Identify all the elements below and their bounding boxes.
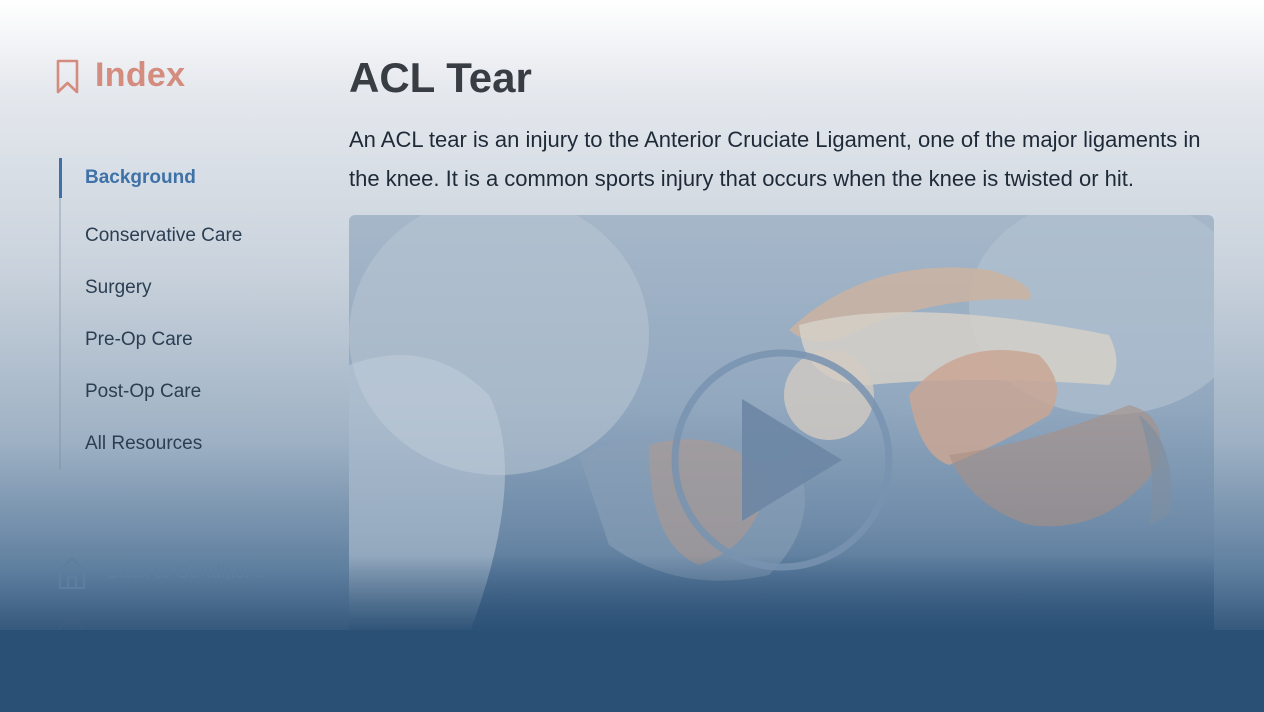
sidebar-item-background[interactable]: Background: [59, 158, 291, 198]
sidebar: Index Background Conservative Care Surge…: [0, 0, 300, 712]
play-icon[interactable]: [670, 348, 894, 572]
sidebar-nav: Background Conservative Care Surgery Pre…: [59, 158, 291, 470]
sidebar-item-conservative-care[interactable]: Conservative Care: [61, 210, 291, 262]
page-title: ACL Tear: [349, 54, 532, 101]
page-description: An ACL tear is an injury to the Anterior…: [349, 127, 1201, 191]
sidebar-divider: [50, 514, 280, 515]
home-icon: [58, 556, 86, 590]
back-to-conditions-label: Back to Conditions: [107, 562, 266, 583]
sidebar-item-pre-op-care[interactable]: Pre-Op Care: [61, 314, 291, 366]
bookmark-icon: [55, 57, 81, 95]
index-title: Index: [95, 56, 186, 94]
video-player[interactable]: [349, 215, 1214, 635]
sidebar-item-post-op-care[interactable]: Post-Op Care: [61, 366, 291, 418]
sidebar-item-all-resources[interactable]: All Resources: [61, 418, 291, 470]
bottom-band: [0, 630, 1264, 712]
back-to-conditions-link[interactable]: Back to Conditions: [58, 556, 265, 590]
index-header: Index: [55, 56, 185, 95]
sidebar-item-surgery[interactable]: Surgery: [61, 262, 291, 314]
